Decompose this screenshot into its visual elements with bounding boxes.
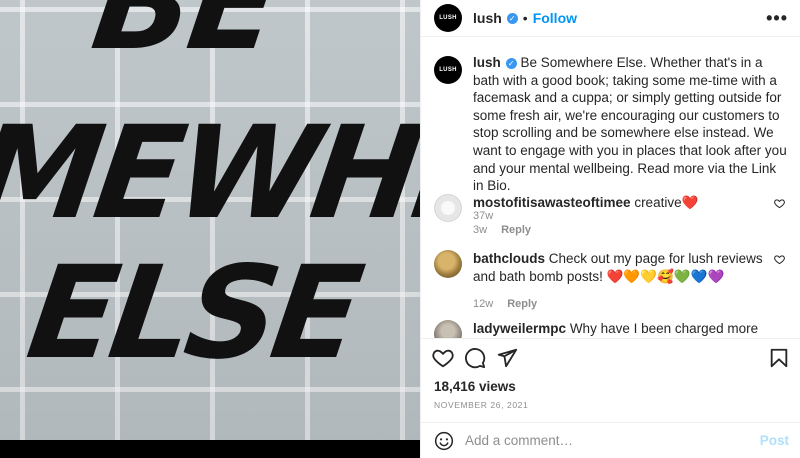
- like-comment-heart-icon[interactable]: [774, 198, 785, 212]
- comment-username[interactable]: bathclouds: [473, 251, 545, 266]
- more-options-icon[interactable]: •••: [766, 8, 788, 29]
- post-image: BE MEWHE ELSE: [0, 0, 420, 440]
- image-text-line-3: ELSE: [19, 239, 366, 388]
- comment-body: ladyweilermpc Why have I been charged mo…: [473, 320, 763, 338]
- avatar[interactable]: [434, 320, 462, 338]
- avatar[interactable]: [434, 194, 462, 222]
- like-heart-icon[interactable]: [431, 346, 455, 370]
- avatar[interactable]: [434, 250, 462, 278]
- comment-body: mostofitisawasteoftimee creative❤️ 3w Rep…: [473, 194, 763, 239]
- post-media[interactable]: BE MEWHE ELSE: [0, 0, 420, 458]
- comment-item: ladyweilermpc Why have I been charged mo…: [434, 320, 789, 338]
- post-date[interactable]: NOVEMBER 26, 2021: [434, 400, 528, 410]
- emoji-smiley-icon[interactable]: [433, 430, 455, 452]
- comment-meta: 3w Reply: [473, 221, 763, 239]
- view-count[interactable]: 18,416 views: [434, 379, 516, 394]
- header-username[interactable]: lush: [473, 10, 502, 26]
- verified-badge-icon: ✓: [506, 12, 518, 24]
- post-header: LUSH lush ✓ • Follow •••: [421, 0, 800, 37]
- comment-username[interactable]: mostofitisawasteoftimee: [473, 195, 631, 210]
- reply-button[interactable]: Reply: [507, 298, 537, 310]
- comment-age[interactable]: 3w: [473, 224, 487, 236]
- caption-username[interactable]: lush: [473, 55, 501, 70]
- image-text-line-1: BE: [84, 0, 286, 79]
- avatar[interactable]: LUSH: [434, 4, 462, 32]
- caption-avatar[interactable]: LUSH: [434, 56, 462, 84]
- caption-text: Be Somewhere Else. Whether that's in a b…: [473, 55, 787, 194]
- add-comment-bar: Post: [421, 422, 800, 458]
- comment-text: creative❤️: [634, 195, 699, 210]
- comment-body: bathclouds Check out my page for lush re…: [473, 250, 763, 313]
- verified-badge-icon: ✓: [505, 57, 517, 69]
- post-side-panel: LUSH lush ✓ • Follow ••• LUSH lush ✓ Be S…: [420, 0, 800, 458]
- image-text-line-2: MEWHE: [0, 99, 420, 248]
- comment-item: bathclouds Check out my page for lush re…: [434, 250, 789, 313]
- comment-input[interactable]: [465, 433, 760, 448]
- like-comment-heart-icon[interactable]: [774, 254, 785, 268]
- comment-bubble-icon[interactable]: [463, 346, 487, 370]
- post-actions: [421, 338, 800, 376]
- comment-meta: 12w Reply: [473, 295, 763, 313]
- share-paper-plane-icon[interactable]: [495, 346, 519, 370]
- comments-list[interactable]: LUSH lush ✓ Be Somewhere Else. Whether th…: [421, 38, 800, 338]
- reply-button[interactable]: Reply: [501, 224, 531, 236]
- separator-dot: •: [522, 10, 528, 26]
- comment-username[interactable]: ladyweilermpc: [473, 321, 566, 336]
- post-button[interactable]: Post: [760, 433, 789, 448]
- comment-age[interactable]: 12w: [473, 298, 493, 310]
- save-bookmark-icon[interactable]: [767, 346, 791, 370]
- follow-button[interactable]: Follow: [533, 10, 577, 26]
- comment-item: mostofitisawasteoftimee creative❤️ 3w Rep…: [434, 194, 789, 239]
